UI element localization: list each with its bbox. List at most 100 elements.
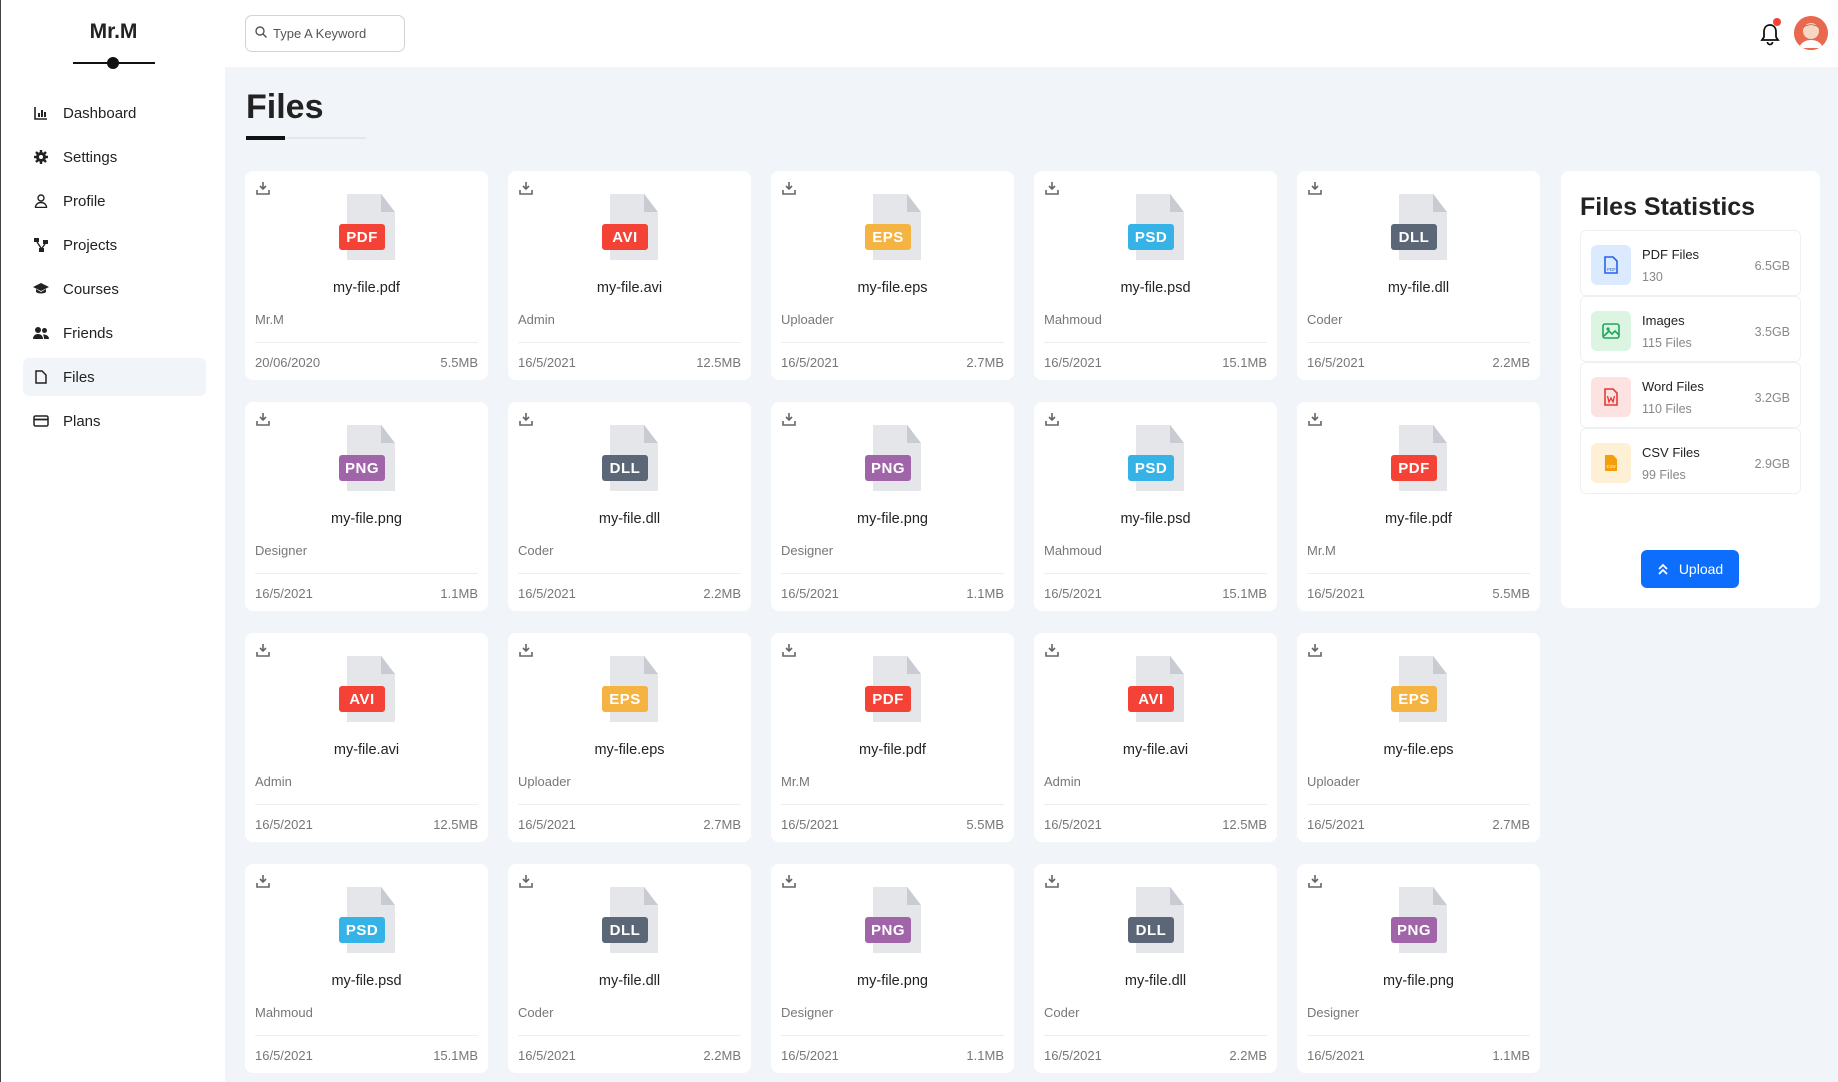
search-input[interactable] xyxy=(273,26,393,41)
file-date: 16/5/2021 xyxy=(781,1048,839,1063)
download-icon[interactable] xyxy=(782,874,798,890)
sidebar-item-projects[interactable]: Projects xyxy=(23,226,206,264)
download-icon[interactable] xyxy=(1045,412,1061,428)
file-card[interactable]: DLL my-file.dll Coder 16/5/2021 2.2MB xyxy=(508,402,751,611)
sidebar-item-dashboard[interactable]: Dashboard xyxy=(23,94,206,132)
download-icon[interactable] xyxy=(519,412,535,428)
card-divider xyxy=(255,342,478,343)
upload-button[interactable]: Upload xyxy=(1641,550,1739,588)
stat-item[interactable]: PDF PDF Files 130 6.5GB xyxy=(1580,230,1801,296)
file-type-label: DLL xyxy=(1128,917,1174,943)
file-card[interactable]: PNG my-file.png Designer 16/5/2021 1.1MB xyxy=(1297,864,1540,1073)
file-card[interactable]: DLL my-file.dll Coder 16/5/2021 2.2MB xyxy=(1297,171,1540,380)
sidebar-item-courses[interactable]: Courses xyxy=(23,270,206,308)
file-type-icon: PDF xyxy=(865,656,921,722)
file-owner: Uploader xyxy=(518,774,571,789)
stat-name: PDF Files xyxy=(1642,247,1700,262)
file-card[interactable]: PDF my-file.pdf Mr.M 20/06/2020 5.5MB xyxy=(245,171,488,380)
file-date: 16/5/2021 xyxy=(1044,586,1102,601)
file-card[interactable]: PSD my-file.psd Mahmoud 16/5/2021 15.1MB xyxy=(245,864,488,1073)
file-date: 16/5/2021 xyxy=(255,586,313,601)
svg-text:CSV: CSV xyxy=(1607,464,1616,469)
download-icon[interactable] xyxy=(519,643,535,659)
download-icon[interactable] xyxy=(519,181,535,197)
sidebar-item-label: Courses xyxy=(63,280,119,298)
file-type-icon: AVI xyxy=(1128,656,1184,722)
file-card[interactable]: PDF my-file.pdf Mr.M 16/5/2021 5.5MB xyxy=(771,633,1014,842)
file-name: my-file.png xyxy=(331,511,402,527)
stat-item[interactable]: Word Files 110 Files 3.2GB xyxy=(1580,362,1801,428)
files-statistics-panel: Files Statistics PDF PDF Files 130 6.5GB Ima… xyxy=(1561,171,1820,608)
download-icon[interactable] xyxy=(1045,874,1061,890)
csv-icon: CSV xyxy=(1591,443,1631,483)
card-divider xyxy=(518,342,741,343)
file-type-label: PDF xyxy=(339,224,385,250)
file-type-label: DLL xyxy=(602,455,648,481)
word-icon xyxy=(1591,377,1631,417)
download-icon[interactable] xyxy=(519,874,535,890)
file-type-icon: PDF xyxy=(1391,425,1447,491)
stat-item[interactable]: Images 115 Files 3.5GB xyxy=(1580,296,1801,362)
file-date: 16/5/2021 xyxy=(781,586,839,601)
file-card[interactable]: EPS my-file.eps Uploader 16/5/2021 2.7MB xyxy=(1297,633,1540,842)
file-name: my-file.psd xyxy=(331,973,402,989)
file-type-label: AVI xyxy=(1128,686,1174,712)
card-divider xyxy=(1044,342,1267,343)
sidebar-item-settings[interactable]: Settings xyxy=(23,138,206,176)
file-card[interactable]: PSD my-file.psd Mahmoud 16/5/2021 15.1MB xyxy=(1034,171,1277,380)
file-type-label: AVI xyxy=(339,686,385,712)
file-card[interactable]: PNG my-file.png Designer 16/5/2021 1.1MB xyxy=(771,864,1014,1073)
download-icon[interactable] xyxy=(256,643,272,659)
download-icon[interactable] xyxy=(256,181,272,197)
file-card[interactable]: PNG my-file.png Designer 16/5/2021 1.1MB xyxy=(245,402,488,611)
sidebar-nav: Dashboard Settings Profile Projects Cour… xyxy=(23,94,206,446)
sidebar-item-profile[interactable]: Profile xyxy=(23,182,206,220)
file-owner: Admin xyxy=(518,312,555,327)
file-date: 16/5/2021 xyxy=(1307,355,1365,370)
file-card[interactable]: PDF my-file.pdf Mr.M 16/5/2021 5.5MB xyxy=(1297,402,1540,611)
file-card[interactable]: DLL my-file.dll Coder 16/5/2021 2.2MB xyxy=(508,864,751,1073)
file-card[interactable]: AVI my-file.avi Admin 16/5/2021 12.5MB xyxy=(508,171,751,380)
download-icon[interactable] xyxy=(782,181,798,197)
file-card[interactable]: PNG my-file.png Designer 16/5/2021 1.1MB xyxy=(771,402,1014,611)
users-icon xyxy=(33,325,49,341)
download-icon[interactable] xyxy=(1308,643,1324,659)
download-icon[interactable] xyxy=(1045,181,1061,197)
download-icon[interactable] xyxy=(1308,412,1324,428)
sidebar-item-plans[interactable]: Plans xyxy=(23,402,206,440)
file-card[interactable]: EPS my-file.eps Uploader 16/5/2021 2.7MB xyxy=(508,633,751,842)
stat-item[interactable]: CSV CSV Files 99 Files 2.9GB xyxy=(1580,428,1801,494)
stat-count: 115 Files xyxy=(1642,336,1692,350)
sidebar: Mr.M Dashboard Settings Profile Projects xyxy=(0,0,225,1082)
file-name: my-file.avi xyxy=(1122,742,1189,758)
download-icon[interactable] xyxy=(1308,181,1324,197)
download-icon[interactable] xyxy=(256,412,272,428)
file-card[interactable]: DLL my-file.dll Coder 16/5/2021 2.2MB xyxy=(1034,864,1277,1073)
file-owner: Coder xyxy=(1044,1005,1080,1020)
file-owner: Uploader xyxy=(1307,774,1360,789)
title-underline-accent xyxy=(246,136,285,140)
download-icon[interactable] xyxy=(782,643,798,659)
search-box[interactable] xyxy=(245,15,405,52)
file-card[interactable]: AVI my-file.avi Admin 16/5/2021 12.5MB xyxy=(245,633,488,842)
file-card[interactable]: PSD my-file.psd Mahmoud 16/5/2021 15.1MB xyxy=(1034,402,1277,611)
download-icon[interactable] xyxy=(782,412,798,428)
download-icon[interactable] xyxy=(1308,874,1324,890)
stats-title: Files Statistics xyxy=(1580,193,1756,221)
stat-size: 3.2GB xyxy=(1754,391,1790,405)
file-name: my-file.eps xyxy=(1383,742,1454,758)
file-type-icon: EPS xyxy=(602,656,658,722)
sidebar-item-files[interactable]: Files xyxy=(23,358,206,396)
gear-icon xyxy=(33,149,49,165)
download-icon[interactable] xyxy=(1045,643,1061,659)
file-card[interactable]: EPS my-file.eps Uploader 16/5/2021 2.7MB xyxy=(771,171,1014,380)
file-type-icon: PSD xyxy=(339,887,395,953)
file-card[interactable]: AVI my-file.avi Admin 16/5/2021 12.5MB xyxy=(1034,633,1277,842)
avatar[interactable] xyxy=(1794,16,1828,50)
file-size: 1.1MB xyxy=(966,1048,1004,1063)
file-name: my-file.psd xyxy=(1120,280,1191,296)
sidebar-item-friends[interactable]: Friends xyxy=(23,314,206,352)
file-size: 2.7MB xyxy=(703,817,741,832)
file-date: 16/5/2021 xyxy=(1307,817,1365,832)
download-icon[interactable] xyxy=(256,874,272,890)
